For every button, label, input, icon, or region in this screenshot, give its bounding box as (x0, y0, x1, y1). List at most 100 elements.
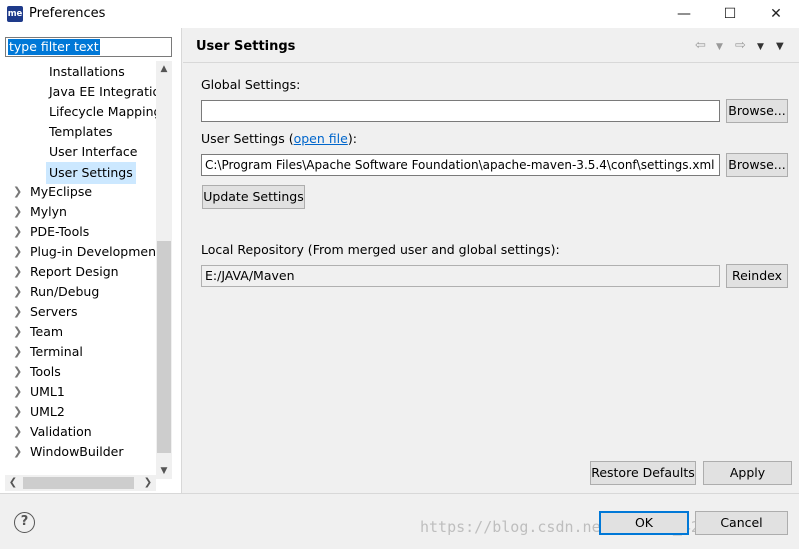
close-button[interactable]: ✕ (753, 0, 799, 28)
expand-chevron-icon[interactable]: ❯ (13, 422, 23, 442)
page-header: User Settings ⇦ ▼ ⇨ ▼ ▼ (183, 28, 799, 63)
scroll-down-icon[interactable]: ▼ (156, 463, 172, 479)
tree-item[interactable]: User Interface (0, 142, 156, 162)
tree-item-label: WindowBuilder (30, 444, 124, 459)
cancel-button[interactable]: Cancel (695, 511, 788, 535)
open-file-link[interactable]: open file (294, 131, 348, 146)
tree-item-label: User Interface (49, 144, 138, 159)
tree-item-label: Lifecycle Mappings (49, 104, 156, 119)
preference-tree: Installations Java EE Integration Lifecycl… (0, 61, 156, 479)
scroll-right-icon[interactable]: ❯ (140, 475, 156, 491)
tree-item-label: Validation (30, 424, 92, 439)
tree-item[interactable]: ❯ Mylyn (0, 202, 156, 222)
back-arrow-icon[interactable]: ⇦ (695, 38, 706, 53)
filter-placeholder: type filter text (8, 39, 100, 55)
tree-item[interactable]: ❯ Run/Debug (0, 282, 156, 302)
global-browse-button[interactable]: Browse... (726, 99, 788, 123)
minimize-icon: — (677, 6, 691, 22)
tree-item[interactable]: Java EE Integration (0, 82, 156, 102)
tree-item[interactable]: ❯ Validation (0, 422, 156, 442)
forward-dropdown-icon[interactable]: ▼ (757, 42, 764, 52)
tree-item-label: Java EE Integration (49, 84, 156, 99)
tree-item-label: User Settings (46, 162, 136, 184)
tree-item-label: Tools (30, 364, 61, 379)
tree-item-label: PDE-Tools (30, 224, 90, 239)
tree-item-label: Team (30, 324, 64, 339)
expand-chevron-icon[interactable]: ❯ (13, 362, 23, 382)
tree-item[interactable]: Lifecycle Mappings (0, 102, 156, 122)
global-settings-label: Global Settings: (201, 77, 301, 92)
window-title: Preferences (29, 6, 106, 21)
back-dropdown-icon[interactable]: ▼ (716, 42, 723, 52)
tree-item-label: Installations (49, 64, 125, 79)
tree-item[interactable]: ❯ UML1 (0, 382, 156, 402)
tree-item[interactable]: User Settings (0, 162, 156, 184)
user-browse-button[interactable]: Browse... (726, 153, 788, 177)
tree-item[interactable]: ❯ Servers (0, 302, 156, 322)
expand-chevron-icon[interactable]: ❯ (13, 242, 23, 262)
view-menu-icon[interactable]: ▼ (776, 41, 784, 52)
settings-page: User Settings ⇦ ▼ ⇨ ▼ ▼ Global Settings:… (183, 28, 799, 493)
tree-item-label: Terminal (30, 344, 83, 359)
page-title: User Settings (196, 39, 296, 54)
forward-arrow-icon[interactable]: ⇨ (735, 38, 746, 53)
expand-chevron-icon[interactable]: ❯ (13, 402, 23, 422)
local-repo-field: E:/JAVA/Maven (201, 265, 720, 287)
title-bar: me Preferences — ☐ ✕ (0, 0, 799, 28)
navigation-pane: type filter text Installations Java EE In… (0, 28, 182, 493)
tree-item-label: Servers (30, 304, 78, 319)
help-icon[interactable]: ? (14, 512, 35, 533)
local-repo-label: Local Repository (From merged user and g… (201, 242, 560, 257)
tree-item[interactable]: ❯ Plug-in Development (0, 242, 156, 262)
app-icon: me (7, 6, 23, 22)
restore-defaults-button[interactable]: Restore Defaults (590, 461, 696, 485)
tree-item-label: Run/Debug (30, 284, 100, 299)
tree-horizontal-scrollbar[interactable]: ❮ ❯ (5, 475, 156, 491)
tree-item-label: UML2 (30, 404, 65, 419)
expand-chevron-icon[interactable]: ❯ (13, 282, 23, 302)
user-settings-label-prefix: User Settings ( (201, 131, 294, 146)
tree-item-label: Templates (49, 124, 113, 139)
tree-item-label: Mylyn (30, 204, 67, 219)
expand-chevron-icon[interactable]: ❯ (13, 302, 23, 322)
tree-item[interactable]: ❯ PDE-Tools (0, 222, 156, 242)
tree-item[interactable]: ❯ Report Design (0, 262, 156, 282)
user-settings-field[interactable]: C:\Program Files\Apache Software Foundat… (201, 154, 720, 176)
scroll-thumb-horizontal[interactable] (23, 477, 134, 489)
update-settings-button[interactable]: Update Settings (202, 185, 305, 209)
expand-chevron-icon[interactable]: ❯ (13, 442, 23, 462)
tree-item[interactable]: ❯ UML2 (0, 402, 156, 422)
close-icon: ✕ (770, 6, 782, 22)
footer-divider (0, 493, 799, 494)
scroll-left-icon[interactable]: ❮ (5, 475, 21, 491)
tree-vertical-scrollbar[interactable]: ▲ ▼ (156, 61, 172, 479)
scroll-thumb[interactable] (157, 241, 171, 453)
tree-item[interactable]: ❯ Team (0, 322, 156, 342)
maximize-button[interactable]: ☐ (707, 0, 753, 28)
expand-chevron-icon[interactable]: ❯ (13, 322, 23, 342)
tree-item-label: Plug-in Development (30, 244, 156, 259)
apply-button[interactable]: Apply (703, 461, 792, 485)
expand-chevron-icon[interactable]: ❯ (13, 222, 23, 242)
tree-item-label: UML1 (30, 384, 65, 399)
scroll-up-icon[interactable]: ▲ (156, 61, 172, 77)
tree-item[interactable]: ❯ MyEclipse (0, 182, 156, 202)
expand-chevron-icon[interactable]: ❯ (13, 202, 23, 222)
tree-item[interactable]: Installations (0, 62, 156, 82)
expand-chevron-icon[interactable]: ❯ (13, 382, 23, 402)
maximize-icon: ☐ (723, 6, 737, 22)
user-settings-label-suffix: ): (347, 131, 357, 146)
filter-input[interactable]: type filter text (5, 37, 172, 57)
minimize-button[interactable]: — (661, 0, 707, 28)
tree-item[interactable]: ❯ WindowBuilder (0, 442, 156, 462)
tree-item[interactable]: Templates (0, 122, 156, 142)
ok-button[interactable]: OK (599, 511, 689, 535)
reindex-button[interactable]: Reindex (726, 264, 788, 288)
tree-item[interactable]: ❯ Tools (0, 362, 156, 382)
tree-item[interactable]: ❯ Terminal (0, 342, 156, 362)
global-settings-field[interactable] (201, 100, 720, 122)
expand-chevron-icon[interactable]: ❯ (13, 342, 23, 362)
tree-item-label: Report Design (30, 264, 119, 279)
expand-chevron-icon[interactable]: ❯ (13, 182, 23, 202)
expand-chevron-icon[interactable]: ❯ (13, 262, 23, 282)
